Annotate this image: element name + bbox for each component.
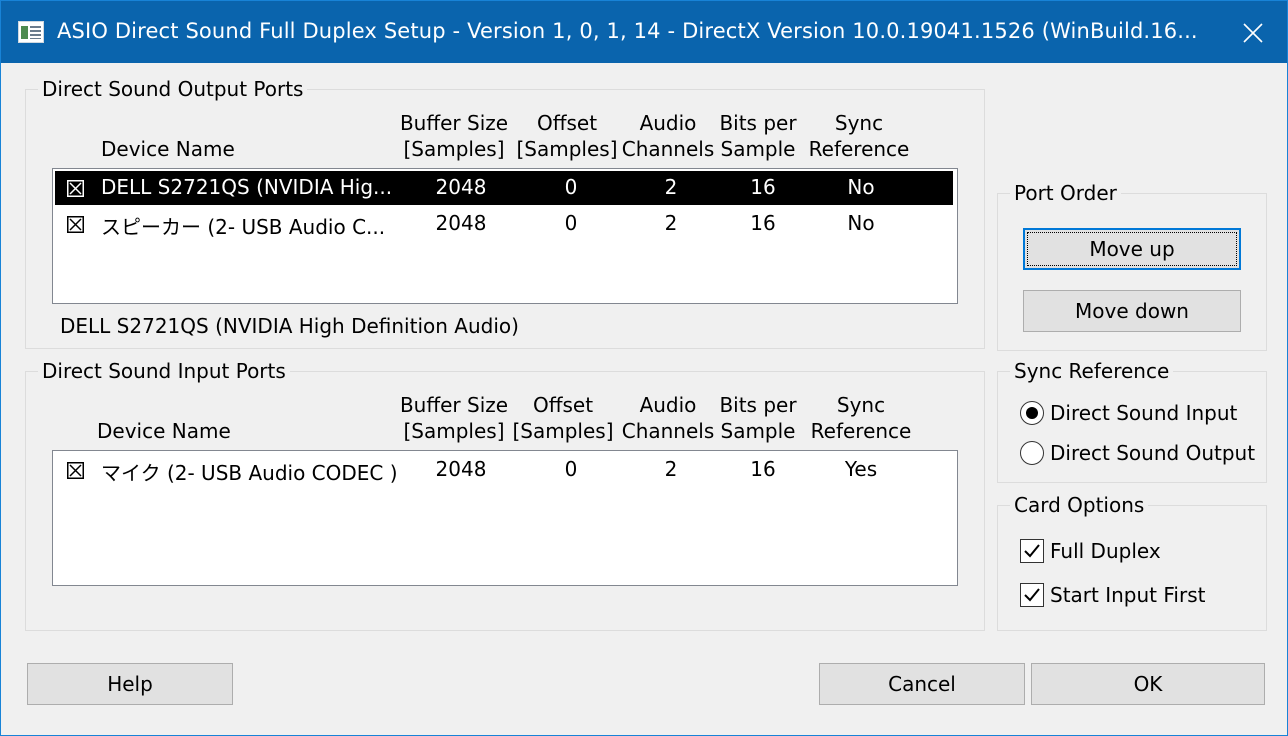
bits-cell: 16 <box>750 175 776 199</box>
col-bits-per-sample: Bits per Sample <box>716 392 800 444</box>
checkmark-icon <box>1024 588 1040 602</box>
col-channels-line1: Audio <box>639 111 697 135</box>
direct-sound-input-label[interactable]: Direct Sound Input <box>1050 401 1237 425</box>
sync-cell: Yes <box>844 457 878 481</box>
col-sync-reference: Sync Reference <box>806 392 916 444</box>
col-buffer-size-line1: Buffer Size <box>399 393 509 417</box>
col-sync-reference: Sync Reference <box>804 110 914 162</box>
col-bits-line2: Sample <box>720 137 796 161</box>
col-offset-line2: [Samples] <box>516 137 618 161</box>
col-channels-line2: Channels <box>621 137 715 161</box>
bits-cell: 16 <box>750 211 776 235</box>
col-bits-line2: Sample <box>720 419 796 443</box>
device-name-cell: スピーカー (2- USB Audio C... <box>101 215 386 239</box>
offset-cell: 0 <box>564 457 578 481</box>
col-buffer-size-line2: [Samples] <box>403 419 505 443</box>
output-ports-group: Direct Sound Output Ports Device Name Bu… <box>25 77 985 349</box>
input-ports-group: Direct Sound Input Ports Device Name Buf… <box>25 359 985 631</box>
start-input-first-checkbox[interactable] <box>1020 583 1044 607</box>
card-options-title: Card Options <box>1010 493 1149 517</box>
offset-cell: 0 <box>564 175 578 199</box>
cancel-button[interactable]: Cancel <box>819 663 1025 705</box>
input-ports-list[interactable]: マイク (2- USB Audio CODEC ) 2048 0 2 16 Ye… <box>52 450 958 586</box>
col-device-name: Device Name <box>97 419 231 443</box>
col-channels-line1: Audio <box>639 393 697 417</box>
port-order-group: Port Order Move up Move down <box>997 181 1267 351</box>
device-name-cell: DELL S2721QS (NVIDIA Hig... <box>101 175 393 199</box>
checkmark-icon <box>1024 544 1040 558</box>
table-row[interactable]: マイク (2- USB Audio CODEC ) 2048 0 2 16 Ye… <box>55 453 953 487</box>
col-sync-line1: Sync <box>836 393 886 417</box>
buffer-size-cell: 2048 <box>435 175 487 199</box>
output-ports-title: Direct Sound Output Ports <box>38 77 308 101</box>
buffer-size-cell: 2048 <box>435 457 487 481</box>
col-sync-line2: Reference <box>808 137 910 161</box>
col-bits-line1: Bits per <box>719 393 797 417</box>
col-channels-line2: Channels <box>621 419 715 443</box>
col-bits-line1: Bits per <box>719 111 797 135</box>
sync-reference-title: Sync Reference <box>1010 359 1174 383</box>
start-input-first-label[interactable]: Start Input First <box>1050 583 1205 607</box>
output-ports-list[interactable]: DELL S2721QS (NVIDIA Hig... 2048 0 2 16 … <box>52 168 958 304</box>
table-row[interactable]: スピーカー (2- USB Audio C... 2048 0 2 16 No <box>55 207 953 241</box>
direct-sound-output-radio[interactable] <box>1020 441 1044 465</box>
col-sync-line2: Reference <box>810 419 912 443</box>
col-buffer-size: Buffer Size [Samples] <box>394 110 514 162</box>
col-buffer-size-line2: [Samples] <box>403 137 505 161</box>
offset-cell: 0 <box>564 211 578 235</box>
col-buffer-size: Buffer Size [Samples] <box>394 392 514 444</box>
direct-sound-output-label[interactable]: Direct Sound Output <box>1050 441 1255 465</box>
close-icon <box>1243 23 1263 43</box>
col-offset-line2: [Samples] <box>512 419 614 443</box>
help-button[interactable]: Help <box>27 663 233 705</box>
col-offset-line1: Offset <box>532 393 594 417</box>
channels-cell: 2 <box>664 211 678 235</box>
row-checkbox-icon[interactable] <box>67 216 84 233</box>
col-bits-per-sample: Bits per Sample <box>716 110 800 162</box>
channels-cell: 2 <box>664 175 678 199</box>
row-checkbox-icon[interactable] <box>67 462 84 479</box>
sync-cell: No <box>847 175 875 199</box>
col-offset: Offset [Samples] <box>512 392 614 444</box>
close-button[interactable] <box>1232 13 1274 53</box>
card-options-group: Card Options Full Duplex Start Input Fir… <box>997 493 1267 631</box>
selected-device-caption: DELL S2721QS (NVIDIA High Definition Aud… <box>60 314 519 338</box>
channels-cell: 2 <box>664 457 678 481</box>
sync-reference-group: Sync Reference Direct Sound Input Direct… <box>997 359 1267 483</box>
app-window-icon <box>18 21 44 43</box>
col-audio-channels: Audio Channels <box>620 392 716 444</box>
device-name-cell: マイク (2- USB Audio CODEC ) <box>101 461 398 485</box>
col-buffer-size-line1: Buffer Size <box>399 111 509 135</box>
row-checkbox-icon[interactable] <box>67 180 84 197</box>
direct-sound-input-radio[interactable] <box>1020 401 1044 425</box>
col-audio-channels: Audio Channels <box>620 110 716 162</box>
window-title: ASIO Direct Sound Full Duplex Setup - Ve… <box>57 19 1198 43</box>
full-duplex-label[interactable]: Full Duplex <box>1050 539 1161 563</box>
move-down-button[interactable]: Move down <box>1023 290 1241 332</box>
ok-button[interactable]: OK <box>1031 663 1265 705</box>
bits-cell: 16 <box>750 457 776 481</box>
input-ports-title: Direct Sound Input Ports <box>38 359 290 383</box>
col-offset: Offset [Samples] <box>516 110 618 162</box>
move-up-button[interactable]: Move up <box>1023 228 1241 270</box>
buffer-size-cell: 2048 <box>435 211 487 235</box>
port-order-title: Port Order <box>1010 181 1121 205</box>
full-duplex-checkbox[interactable] <box>1020 539 1044 563</box>
col-offset-line1: Offset <box>536 111 598 135</box>
table-row[interactable]: DELL S2721QS (NVIDIA Hig... 2048 0 2 16 … <box>55 171 953 205</box>
sync-cell: No <box>847 211 875 235</box>
title-bar: ASIO Direct Sound Full Duplex Setup - Ve… <box>1 1 1287 63</box>
col-sync-line1: Sync <box>834 111 884 135</box>
col-device-name: Device Name <box>101 137 235 161</box>
setup-dialog: ASIO Direct Sound Full Duplex Setup - Ve… <box>0 0 1288 736</box>
